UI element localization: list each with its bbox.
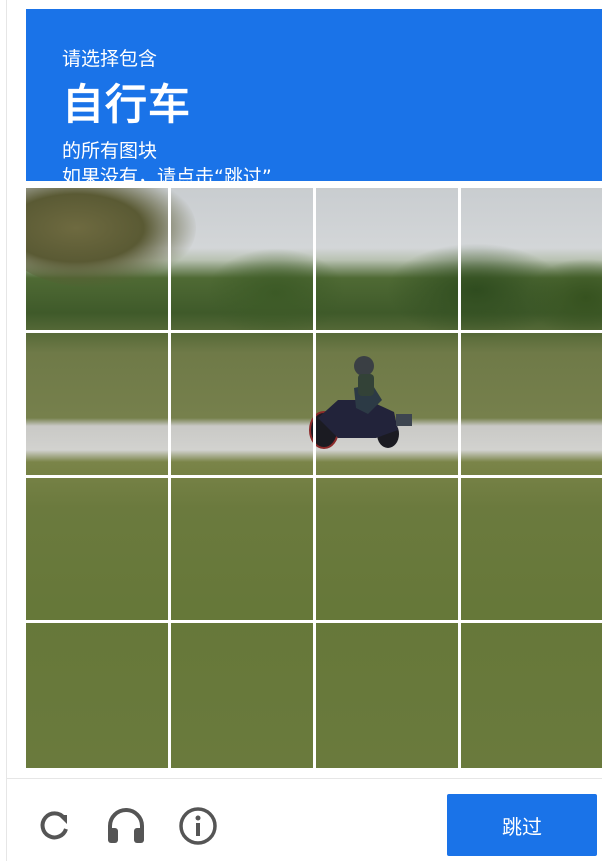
grid-tile[interactable] (171, 623, 313, 765)
grid-tile[interactable] (26, 188, 168, 330)
grid-tile[interactable] (316, 188, 458, 330)
grid-tile[interactable] (26, 623, 168, 765)
image-grid (26, 188, 602, 768)
grid-tile[interactable] (316, 333, 458, 475)
info-icon[interactable] (177, 805, 219, 847)
grid-tile[interactable] (171, 333, 313, 475)
headphones-icon[interactable] (105, 805, 147, 847)
instruction-line-2: 如果没有，请点击“跳过” (62, 166, 272, 181)
grid-divider (26, 330, 602, 333)
grid-tile[interactable] (26, 478, 168, 620)
grid-tile[interactable] (171, 188, 313, 330)
grid-divider (458, 188, 461, 768)
grid-divider (26, 475, 602, 478)
footer-divider (7, 778, 602, 779)
instruction-text: 请选择包含 (62, 48, 158, 70)
grid-tile[interactable] (461, 478, 602, 620)
skip-button[interactable]: 跳过 (447, 794, 597, 856)
grid-tile[interactable] (316, 478, 458, 620)
challenge-header: 请选择包含 自行车 的所有图块 如果没有，请点击“跳过” (26, 9, 602, 181)
grid-tile[interactable] (26, 333, 168, 475)
instruction-line-1: 的所有图块 (62, 140, 158, 162)
grid-divider (168, 188, 171, 768)
captcha-frame: 请选择包含 自行车 的所有图块 如果没有，请点击“跳过” 跳过 (6, 0, 602, 861)
grid-tile[interactable] (171, 478, 313, 620)
grid-tile[interactable] (461, 188, 602, 330)
grid-tile[interactable] (461, 623, 602, 765)
grid-divider (313, 188, 316, 768)
grid-tile[interactable] (461, 333, 602, 475)
grid-tile[interactable] (316, 623, 458, 765)
reload-icon[interactable] (33, 805, 75, 847)
grid-divider (26, 620, 602, 623)
target-object: 自行车 (62, 80, 192, 129)
